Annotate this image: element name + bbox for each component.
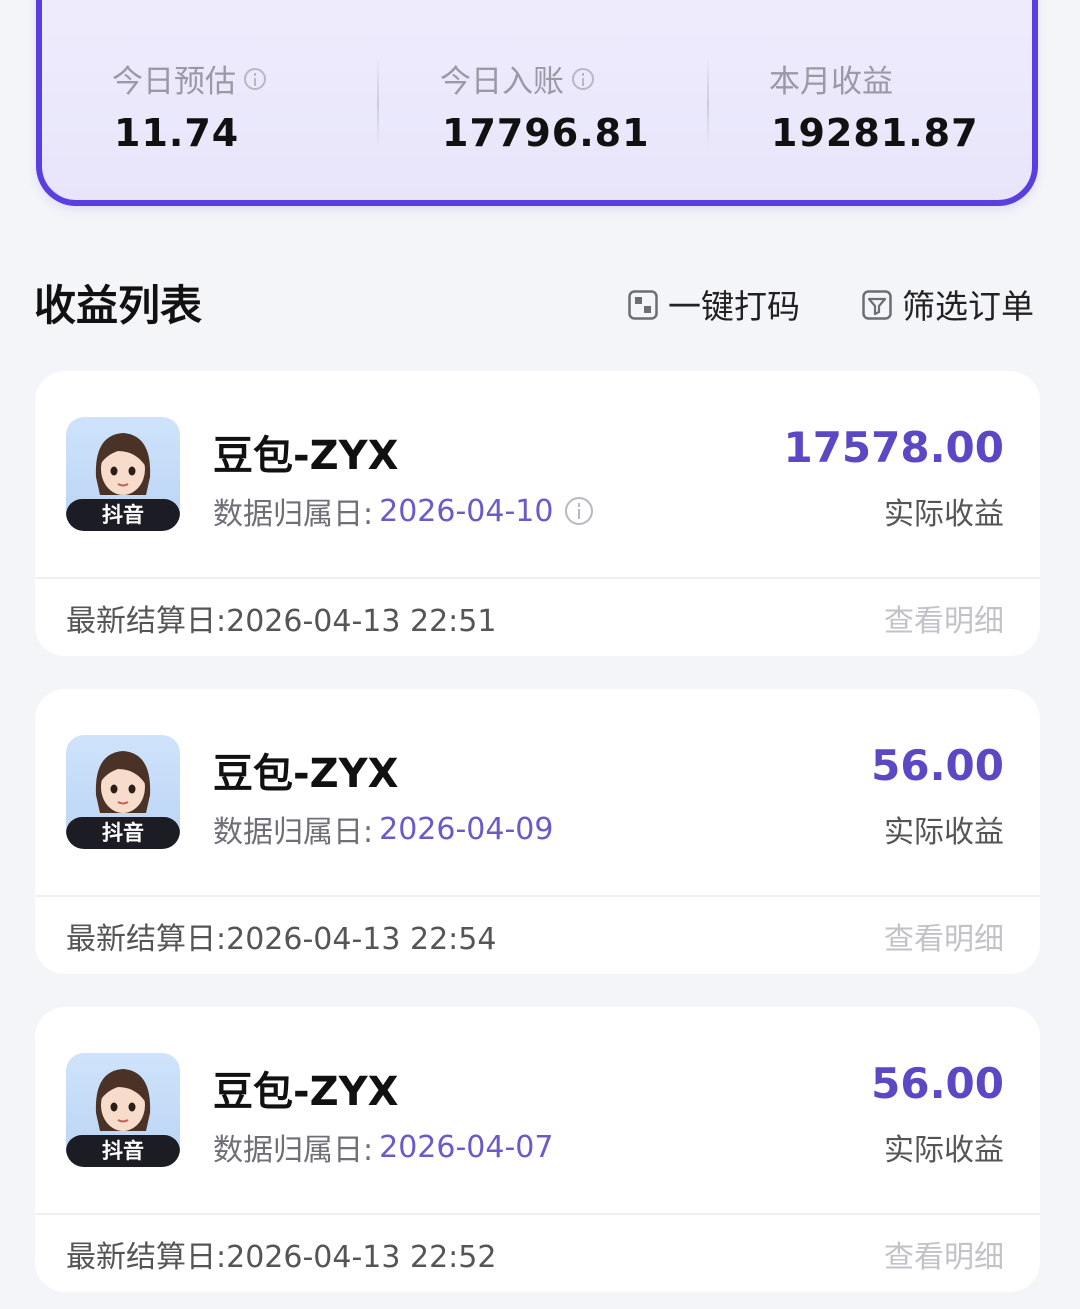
today-credited-label-row: 今日入账 bbox=[440, 56, 594, 101]
actual-earnings-amount: 17578.00 bbox=[783, 423, 1004, 472]
earnings-record-card[interactable]: 抖音 豆包-ZYX 数据归属日: 2026-04-09 56.00 实际收益 最… bbox=[35, 689, 1040, 974]
earnings-record-card[interactable]: 抖音 豆包-ZYX 数据归属日: 2026-04-10 17578.00 实际收… bbox=[35, 371, 1040, 656]
today-estimate-value: 11.74 bbox=[114, 111, 240, 155]
earnings-list-title: 收益列表 bbox=[34, 281, 203, 330]
one-click-mask-label: 一键打码 bbox=[668, 287, 800, 326]
card-divider bbox=[35, 895, 1040, 897]
data-date-label: 数据归属日: bbox=[213, 1133, 374, 1168]
today-estimate-block[interactable]: 今日预估 11.74 bbox=[112, 0, 442, 212]
actual-earnings-amount: 56.00 bbox=[871, 1059, 1004, 1108]
month-earnings-value: 19281.87 bbox=[771, 111, 979, 155]
account-name: 豆包-ZYX bbox=[213, 433, 399, 479]
avatar: 抖音 bbox=[66, 735, 180, 849]
card-divider bbox=[35, 1213, 1040, 1215]
view-details-link[interactable]: 查看明细 bbox=[884, 914, 1004, 958]
today-credited-label: 今日入账 bbox=[440, 64, 564, 100]
actual-earnings-label: 实际收益 bbox=[884, 1133, 1004, 1168]
actual-earnings-amount: 56.00 bbox=[871, 741, 1004, 790]
one-click-mask-button[interactable]: 一键打码 bbox=[628, 280, 800, 328]
earnings-record-card[interactable]: 抖音 豆包-ZYX 数据归属日: 2026-04-07 56.00 实际收益 最… bbox=[35, 1007, 1040, 1292]
platform-badge: 抖音 bbox=[66, 499, 180, 531]
summary-divider bbox=[377, 58, 379, 148]
today-credited-block[interactable]: 今日入账 17796.81 bbox=[440, 0, 770, 212]
earnings-summary-card: 今日预估 11.74 今日入账 17796.81 本月收益 19281.87 bbox=[36, 0, 1038, 206]
month-earnings-label: 本月收益 bbox=[769, 64, 893, 100]
latest-settlement-text: 最新结算日:2026-04-13 22:54 bbox=[66, 922, 497, 957]
today-estimate-label-row: 今日预估 bbox=[112, 56, 266, 101]
mosaic-icon bbox=[628, 289, 658, 320]
data-date-value: 2026-04-07 bbox=[379, 1129, 554, 1165]
view-details-link[interactable]: 查看明细 bbox=[884, 1232, 1004, 1276]
summary-divider bbox=[707, 58, 709, 148]
account-name: 豆包-ZYX bbox=[213, 751, 399, 797]
today-estimate-label: 今日预估 bbox=[112, 64, 236, 100]
filter-list-icon bbox=[862, 289, 892, 320]
latest-settlement-text: 最新结算日:2026-04-13 22:52 bbox=[66, 1240, 497, 1275]
card-divider bbox=[35, 577, 1040, 579]
filter-orders-button[interactable]: 筛选订单 bbox=[862, 280, 1034, 328]
month-earnings-block[interactable]: 本月收益 19281.87 bbox=[769, 0, 1080, 212]
data-date-row: 数据归属日: 2026-04-09 bbox=[213, 807, 553, 851]
info-circle-icon[interactable] bbox=[244, 67, 266, 90]
actual-earnings-label: 实际收益 bbox=[884, 497, 1004, 532]
account-name: 豆包-ZYX bbox=[213, 1069, 399, 1115]
data-date-value: 2026-04-10 bbox=[379, 493, 554, 529]
data-date-row: 数据归属日: 2026-04-07 bbox=[213, 1125, 553, 1169]
latest-settlement-text: 最新结算日:2026-04-13 22:51 bbox=[66, 604, 497, 639]
filter-orders-label: 筛选订单 bbox=[902, 287, 1034, 326]
avatar: 抖音 bbox=[66, 1053, 180, 1167]
data-date-label: 数据归属日: bbox=[213, 815, 374, 850]
view-details-link[interactable]: 查看明细 bbox=[884, 596, 1004, 640]
data-date-label: 数据归属日: bbox=[213, 497, 374, 532]
avatar: 抖音 bbox=[66, 417, 180, 531]
platform-badge: 抖音 bbox=[66, 817, 180, 849]
data-date-row: 数据归属日: 2026-04-10 bbox=[213, 489, 594, 533]
actual-earnings-label: 实际收益 bbox=[884, 815, 1004, 850]
today-credited-value: 17796.81 bbox=[442, 111, 650, 155]
info-circle-icon[interactable] bbox=[572, 67, 594, 90]
info-circle-icon[interactable] bbox=[565, 497, 594, 525]
data-date-value: 2026-04-09 bbox=[379, 811, 554, 847]
month-earnings-label-row: 本月收益 bbox=[769, 56, 893, 101]
platform-badge: 抖音 bbox=[66, 1135, 180, 1167]
